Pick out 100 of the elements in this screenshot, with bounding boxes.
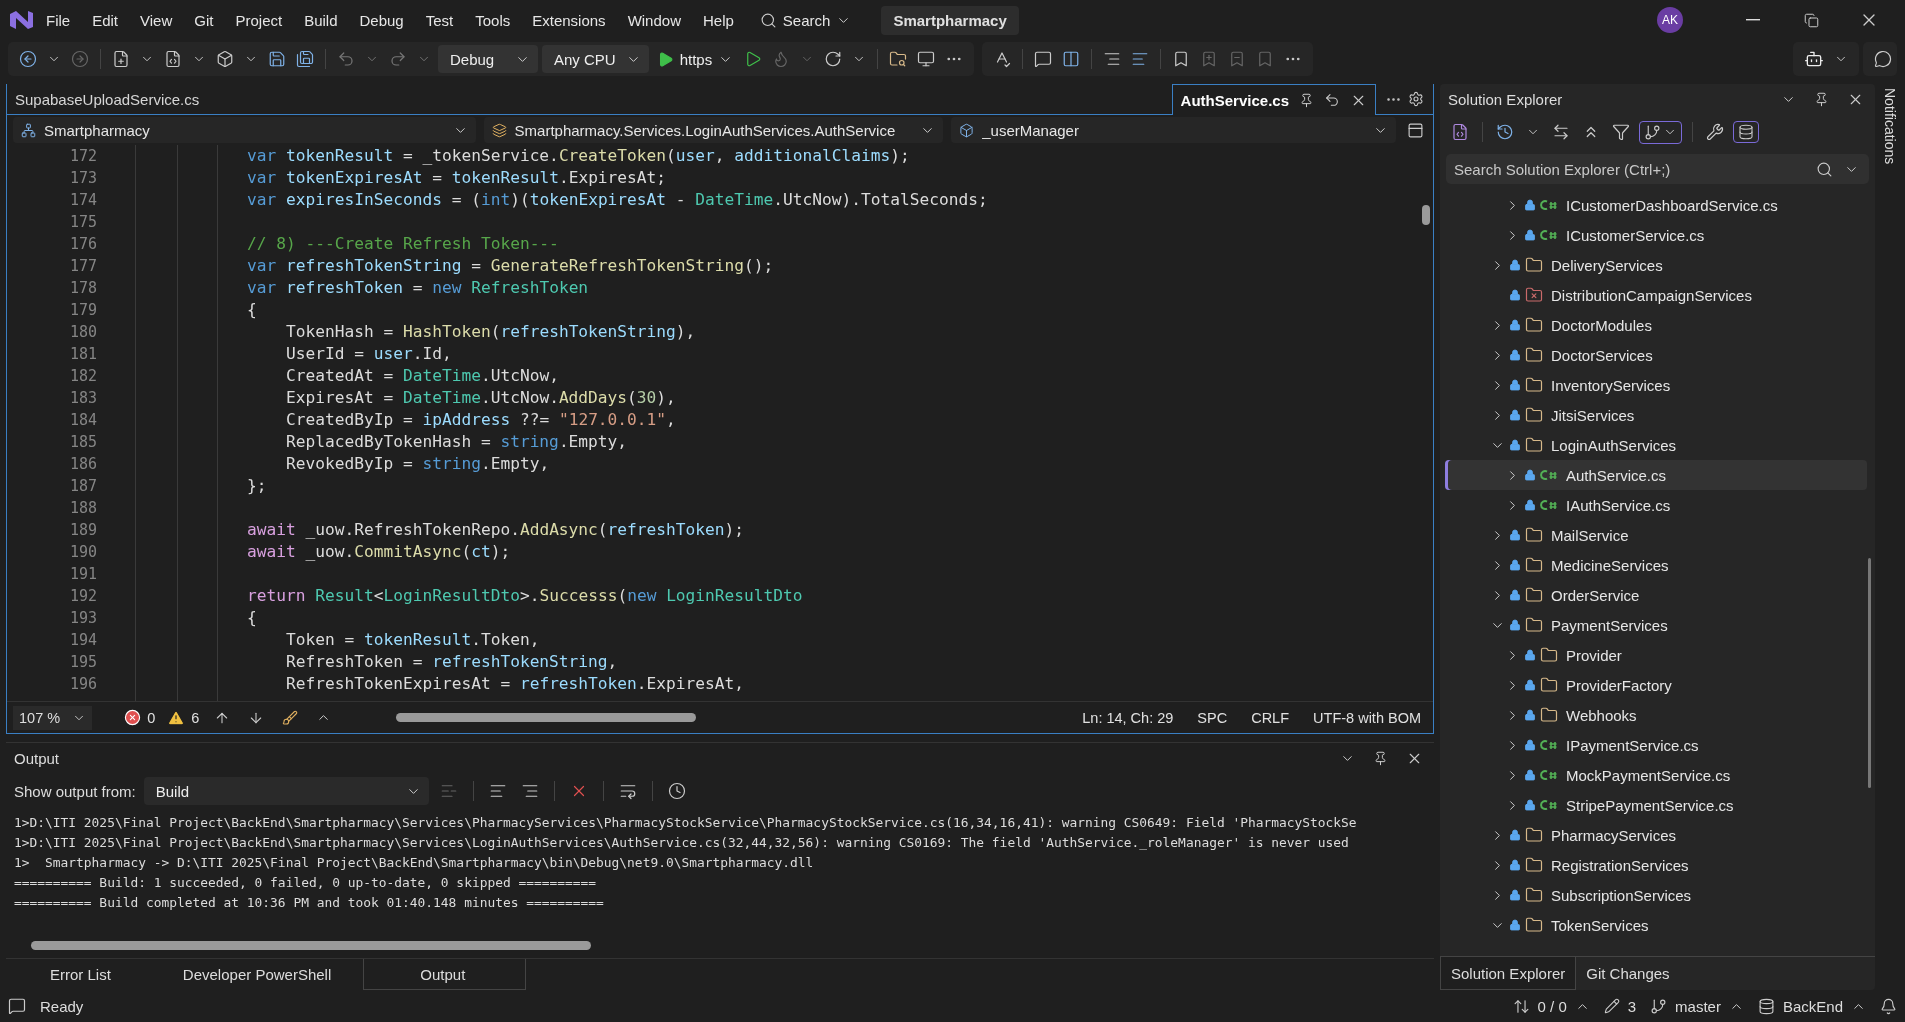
tree-item[interactable]: DoctorServices (1445, 340, 1868, 370)
warning-count[interactable]: 6 (191, 709, 200, 726)
tree-item[interactable]: ICustomerDashboardService.cs (1445, 190, 1868, 220)
pin-icon[interactable] (1373, 750, 1388, 766)
navigation-dropdown[interactable]: Smartpharmacy (13, 117, 476, 143)
redo-icon[interactable] (389, 50, 407, 68)
navigation-dropdown[interactable]: _userManager (951, 117, 1396, 143)
refresh-icon[interactable] (824, 50, 843, 68)
error-count[interactable]: 0 (147, 709, 156, 726)
panel-tab[interactable]: Error List (10, 959, 143, 990)
panel-tab[interactable]: Solution Explorer (1440, 957, 1577, 990)
sync-icon[interactable] (1552, 123, 1570, 141)
settings-icon[interactable] (1408, 91, 1424, 107)
tree-item[interactable]: Provider (1445, 640, 1868, 670)
tree-item[interactable]: DoctorModules (1445, 310, 1868, 340)
notifications-tab[interactable]: Notifications (1882, 88, 1899, 990)
back-icon[interactable] (19, 50, 37, 68)
panel-tab[interactable]: Git Changes (1576, 957, 1690, 990)
word-wrap-icon[interactable] (618, 782, 637, 800)
tree-item[interactable]: StripePaymentService.cs (1445, 790, 1868, 820)
save-icon[interactable] (268, 50, 286, 68)
menu-item[interactable]: Help (693, 5, 744, 35)
tree-item[interactable]: IPaymentService.cs (1445, 730, 1868, 760)
tree-item[interactable]: MailService (1445, 520, 1868, 550)
feedback-icon[interactable] (1874, 50, 1892, 68)
properties-icon[interactable] (1706, 123, 1724, 141)
code-cleanup-icon[interactable] (282, 709, 299, 726)
menu-item[interactable]: Debug (349, 5, 414, 35)
branch-selector[interactable]: master (1650, 997, 1744, 1015)
tree-item[interactable]: AuthService.cs (1445, 460, 1868, 490)
undo-icon[interactable] (1324, 92, 1340, 108)
user-avatar[interactable]: AK (1657, 7, 1683, 33)
tree-item[interactable]: PaymentServices (1445, 610, 1868, 640)
outdent-icon[interactable] (1131, 50, 1150, 68)
pin-icon[interactable] (1299, 92, 1314, 108)
notification-icon[interactable] (1880, 997, 1897, 1015)
copilot-icon[interactable] (1804, 49, 1824, 69)
line-ending-indicator[interactable]: CRLF (1245, 709, 1296, 726)
tree-item[interactable]: OrderService (1445, 580, 1868, 610)
tree-item[interactable]: DistributionCampaignServices (1445, 280, 1868, 310)
tree-item[interactable]: ICustomerService.cs (1445, 220, 1868, 250)
folder-search-icon[interactable] (889, 50, 908, 68)
tree-item[interactable]: Webhooks (1445, 700, 1868, 730)
scrollbar[interactable] (31, 941, 591, 950)
comment-icon[interactable] (1034, 50, 1053, 68)
menu-item[interactable]: Extensions (522, 5, 616, 35)
cursor-position[interactable]: Ln: 14, Ch: 29 (1076, 709, 1180, 726)
search-button[interactable]: Search (749, 5, 862, 35)
timestamp-icon[interactable] (667, 782, 686, 800)
preview-button[interactable] (1733, 121, 1759, 143)
menu-item[interactable]: Project (225, 5, 293, 35)
tree-item[interactable]: ProviderFactory (1445, 670, 1868, 700)
repository-selector[interactable]: BackEnd (1757, 997, 1866, 1015)
tree-item[interactable]: RegistrationServices (1445, 850, 1868, 880)
document-tab[interactable]: AuthService.cs (1171, 84, 1376, 115)
panel-tab[interactable]: Output (363, 959, 527, 990)
sync-status[interactable]: 0 / 0 (1512, 997, 1590, 1015)
scrollbar[interactable] (396, 713, 697, 722)
changes-status[interactable]: 3 (1603, 997, 1637, 1015)
app-logo-icon[interactable] (8, 8, 34, 32)
navigation-dropdown[interactable]: Smartpharmacy.Services.LoginAuthServices.AuthService (483, 117, 944, 143)
panel-tab[interactable]: Developer PowerShell (142, 959, 364, 990)
tree-item[interactable]: JitsiServices (1445, 400, 1868, 430)
tree-item[interactable]: IAuthService.cs (1445, 490, 1868, 520)
scrollbar[interactable] (1868, 558, 1872, 788)
indent-icon[interactable] (1103, 50, 1122, 68)
menu-item[interactable]: Window (617, 5, 691, 35)
menu-item[interactable]: View (130, 5, 183, 35)
new-project-icon[interactable] (112, 50, 130, 68)
undo-icon[interactable] (337, 50, 355, 68)
encoding-indicator[interactable]: UTF-8 with BOM (1307, 709, 1427, 726)
git-filter-button[interactable] (1639, 120, 1682, 144)
split-icon[interactable] (1407, 121, 1424, 139)
run-button[interactable]: https (652, 50, 738, 68)
indentation-indicator[interactable]: SPC (1191, 709, 1234, 726)
menu-item[interactable]: Tools (465, 5, 521, 35)
tree-item[interactable]: LoginAuthServices (1445, 430, 1868, 460)
run-without-debugging-icon[interactable] (744, 50, 763, 68)
output-source-dropdown[interactable]: Build (143, 777, 429, 805)
filter-icon[interactable] (1612, 123, 1630, 141)
add-item-icon[interactable] (216, 50, 234, 68)
menu-item[interactable]: Edit (82, 5, 129, 35)
browser-icon[interactable] (917, 50, 936, 68)
tree-item[interactable]: InventoryServices (1445, 370, 1868, 400)
configuration-dropdown[interactable]: Debug (438, 45, 538, 73)
document-tab[interactable]: SupabaseUploadService.cs (7, 84, 208, 114)
tree-item[interactable]: PharmacyServices (1445, 820, 1868, 850)
menu-item[interactable]: Test (415, 5, 464, 35)
search-field[interactable]: Search Solution Explorer (Ctrl+;) (1446, 154, 1870, 184)
menu-item[interactable]: Build (294, 5, 348, 35)
forward-icon[interactable] (71, 50, 89, 68)
tree-item[interactable]: SubscriptionServices (1445, 880, 1868, 910)
menu-item[interactable]: Git (184, 5, 224, 35)
tree-item[interactable]: DeliveryServices (1445, 250, 1868, 280)
platform-dropdown[interactable]: Any CPU (542, 45, 649, 73)
save-all-icon[interactable] (296, 50, 314, 68)
pin-icon[interactable] (1814, 91, 1830, 107)
tree-item[interactable]: MedicineServices (1445, 550, 1868, 580)
tree-item[interactable]: MockPaymentService.cs (1445, 760, 1868, 790)
new-file-icon[interactable] (164, 50, 182, 68)
